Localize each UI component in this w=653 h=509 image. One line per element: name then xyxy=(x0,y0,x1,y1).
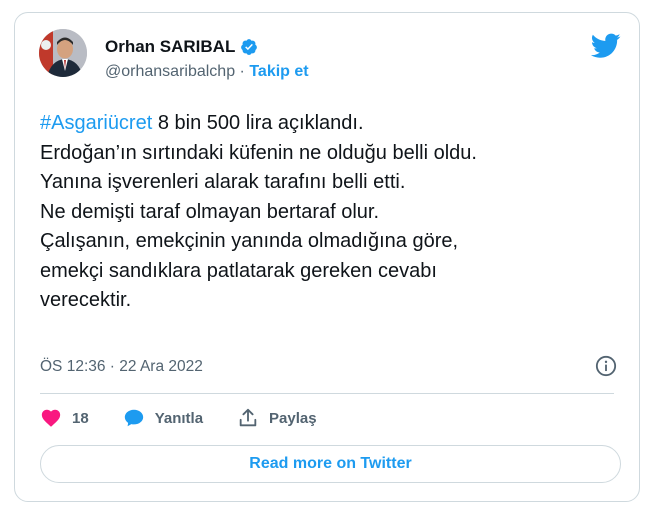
divider xyxy=(40,393,614,394)
share-label: Paylaş xyxy=(269,409,317,427)
tweet-first-line: 8 bin 500 lira açıklandı. xyxy=(152,112,364,134)
tweet-body: Erdoğan’ın sırtındaki küfenin ne olduğu … xyxy=(40,141,477,312)
follow-button[interactable]: Takip et xyxy=(249,63,308,80)
author-name[interactable]: Orhan SARIBAL xyxy=(105,37,235,57)
like-count: 18 xyxy=(72,409,89,427)
info-icon[interactable] xyxy=(595,355,617,377)
avatar-image xyxy=(39,29,87,77)
tweet-text: #Asgariücret 8 bin 500 lira açıklandı. E… xyxy=(40,109,620,316)
reply-button[interactable]: Yanıtla xyxy=(123,407,203,429)
avatar[interactable] xyxy=(39,29,87,77)
read-more-button[interactable]: Read more on Twitter xyxy=(40,445,621,483)
reply-label: Yanıtla xyxy=(154,409,204,427)
author-handle-row: @orhansaribalchp · Takip et xyxy=(105,63,309,81)
hashtag-link[interactable]: #Asgariücret xyxy=(40,112,152,134)
tweet-timestamp[interactable]: ÖS 12:36 · 22 Ara 2022 xyxy=(40,358,203,376)
heart-icon xyxy=(41,409,61,427)
verified-badge-icon xyxy=(241,39,258,55)
share-button[interactable]: Paylaş xyxy=(237,407,317,429)
reply-bubble-icon xyxy=(124,409,143,427)
tweet-actions: 18 Yanıtla Paylaş xyxy=(40,405,351,431)
author-handle[interactable]: @orhansaribalchp xyxy=(105,63,235,80)
like-button[interactable]: 18 xyxy=(40,407,89,429)
tweet-card: Orhan SARIBAL @orhansaribalchp · Takip e… xyxy=(14,12,640,502)
handle-separator: · xyxy=(239,63,245,80)
twitter-bird-icon[interactable] xyxy=(591,33,621,59)
share-icon xyxy=(239,408,257,427)
author-name-row: Orhan SARIBAL xyxy=(105,37,258,57)
